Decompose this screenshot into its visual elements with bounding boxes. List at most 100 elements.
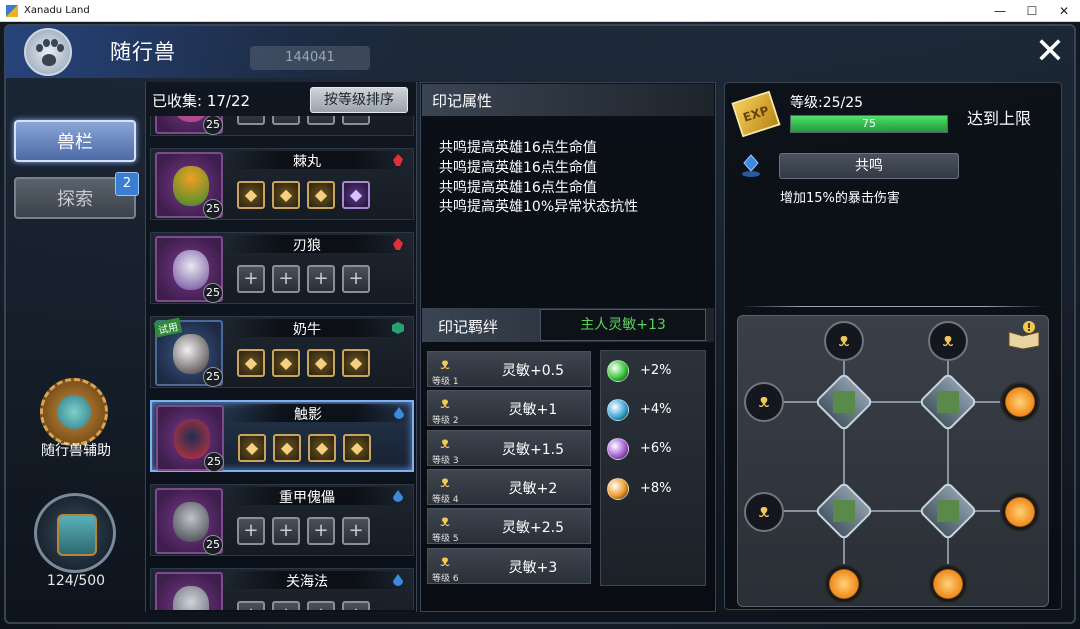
mark-slot[interactable]: + [237,517,265,545]
mark-slot[interactable]: + [237,265,265,293]
mark-slot[interactable]: + [342,601,370,610]
bond-level-value: 灵敏+1.5 [502,442,564,458]
sun-node-icon[interactable] [928,564,968,604]
mark-slot[interactable]: + [342,116,370,125]
pet-level-badge: 25 [203,199,223,219]
bond-level-row: ᴥ 等级 2 灵敏+1 [427,390,591,426]
mark-attribute-line: 共鸣提高英雄16点生命值 [439,180,597,196]
claw-node-icon[interactable]: ᴥ [928,321,968,361]
mark-slot[interactable]: + [237,601,265,610]
mark-gem[interactable]: ◆ [343,434,371,462]
green-orb-icon [607,360,629,382]
mark-slot[interactable]: + [307,116,335,125]
app-window: { "window": { "title": "Xanadu Land", "m… [0,0,1080,629]
pet-assist-label: 随行兽辅助 [41,443,111,459]
divider [740,306,1046,307]
mark-slot[interactable]: + [342,517,370,545]
mark-gem[interactable]: ◆ [307,181,335,209]
claw-node-icon[interactable]: ᴥ [744,492,784,532]
mark-gem[interactable]: ◆ [273,434,301,462]
mark-gem[interactable]: ◆ [272,349,300,377]
mark-gem[interactable]: ◆ [272,181,300,209]
mark-gem[interactable]: ◆ [307,349,335,377]
mark-bond-value: 主人灵敏+13 [540,309,706,341]
mark-attribute-line: 共鸣提高英雄10%异常状态抗性 [439,199,639,215]
mark-slot[interactable]: + [342,265,370,293]
sort-by-level-button[interactable]: 按等级排序 [310,87,408,113]
nature-type-icon [392,322,404,334]
pet-list[interactable]: 25 + + + + 25 棘丸 ◆ ◆ ◆ ◆ 25 刃狼 + + + [148,116,416,610]
claw-icon: ᴥ [440,393,450,412]
mark-slot[interactable]: + [307,517,335,545]
pet-level-badge: 25 [204,452,224,472]
bond-level-label: 等级 6 [432,574,459,584]
backpack-icon[interactable] [34,493,116,573]
window-titlebar: Xanadu Land — ☐ ✕ [0,0,1080,22]
orb-bonus-panel [600,350,706,586]
mark-gem[interactable]: ◆ [237,349,265,377]
pet-name: 刃狼 [293,238,321,254]
minimize-button[interactable]: — [982,0,1018,22]
claw-node-icon[interactable]: ᴥ [824,321,864,361]
sun-node-icon[interactable] [824,564,864,604]
pet-name: 重甲傀儡 [279,490,335,506]
sun-node-icon[interactable] [1000,492,1040,532]
pet-row[interactable]: 试用 25 奶牛 ◆ ◆ ◆ ◆ [150,316,414,388]
orange-orb-icon [607,478,629,500]
sun-node-icon[interactable] [1000,382,1040,422]
mark-gem[interactable]: ◆ [342,349,370,377]
tab-pen[interactable]: 兽栏 [14,120,136,162]
orb-bonus-label: +4% [640,402,672,417]
resonance-button[interactable]: 共鸣 [779,153,959,179]
close-button[interactable]: ✕ [1030,32,1070,72]
pet-row[interactable]: 25 重甲傀儡 + + + + [150,484,414,556]
pet-row[interactable]: 25 + + + + [150,116,414,136]
bond-level-value: 灵敏+1 [508,402,558,418]
resonance-description: 增加15%的暴击伤害 [780,191,900,206]
window-close-button[interactable]: ✕ [1046,0,1080,22]
pet-name: 奶牛 [293,322,321,338]
bag-capacity: 124/500 [46,573,106,589]
gold-counter: 144041 [250,46,370,70]
window-title: Xanadu Land [24,5,90,16]
mark-slot[interactable]: + [272,601,300,610]
orb-bonus-label: +6% [640,441,672,456]
mark-slot[interactable]: + [272,517,300,545]
bond-level-label: 等级 5 [432,534,459,544]
mark-gem[interactable]: ◆ [342,181,370,209]
pet-row[interactable]: 25 棘丸 ◆ ◆ ◆ ◆ [150,148,414,220]
resonance-icon [742,154,760,177]
maximize-button[interactable]: ☐ [1014,0,1050,22]
claw-node-icon[interactable]: ᴥ [744,382,784,422]
mark-slot[interactable]: + [272,265,300,293]
bond-level-label: 等级 4 [432,495,459,505]
water-type-icon [393,490,403,502]
pet-row-selected[interactable]: 25 触影 ◆ ◆ ◆ ◆ [150,400,414,472]
mark-slot[interactable]: + [237,116,265,125]
mark-gem[interactable]: ◆ [238,434,266,462]
bond-level-label: 等级 1 [432,377,459,387]
mark-slot[interactable]: + [272,116,300,125]
pet-assist-gear-icon[interactable] [40,378,108,446]
mark-gem[interactable]: ◆ [237,181,265,209]
orb-bonus-label: +8% [640,481,672,496]
fire-type-icon [393,238,403,250]
mark-attribute-line: 共鸣提高英雄16点生命值 [439,160,597,176]
level-max-label: 达到上限 [967,109,1032,128]
bond-level-value: 灵敏+2.5 [502,520,564,536]
book-hint-icon[interactable] [1007,320,1041,350]
claw-icon: ᴥ [440,511,450,530]
pet-row[interactable]: 25 刃狼 + + + + [150,232,414,304]
pet-row[interactable]: 关海法 + + + + [150,568,414,610]
explore-badge: 2 [115,172,139,196]
mark-slot[interactable]: + [307,265,335,293]
bond-level-label: 等级 3 [432,456,459,466]
mark-slot[interactable]: + [307,601,335,610]
bond-level-row: ᴥ 等级 1 灵敏+0.5 [427,351,591,387]
pet-name: 关海法 [286,574,328,590]
pet-level-badge: 25 [203,116,223,135]
mark-tree-panel [737,315,1049,607]
claw-icon: ᴥ [440,433,450,452]
exp-value: 75 [862,117,876,130]
mark-gem[interactable]: ◆ [308,434,336,462]
